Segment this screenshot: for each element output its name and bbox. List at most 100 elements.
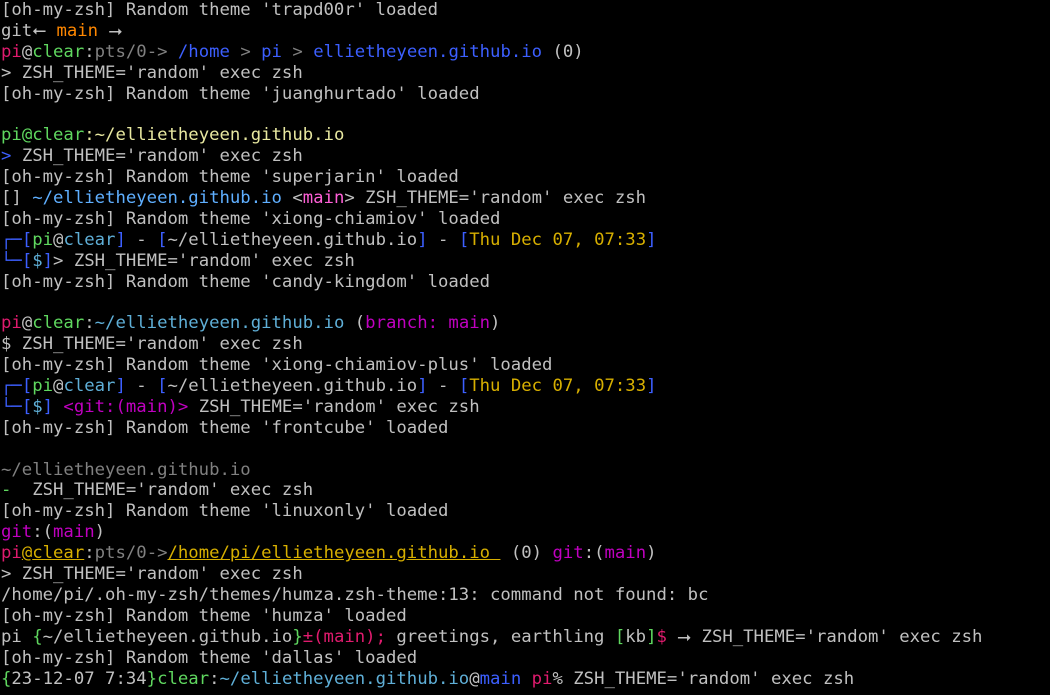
terminal-text-segment: > ZSH_THEME='random' exec zsh	[1, 564, 303, 585]
terminal-line: [] ~/ellietheyeen.github.io <main> ZSH_T…	[1, 188, 1050, 209]
terminal-text-segment: % ZSH_THEME='random' exec zsh	[552, 668, 855, 689]
terminal-text-segment: (0)	[500, 543, 553, 564]
terminal-text-segment: kb	[625, 626, 647, 647]
terminal-text-segment: > ZSH_THEME='random' exec zsh	[53, 250, 355, 271]
terminal-text-segment: @	[21, 125, 33, 146]
terminal-text-segment: ┌─	[1, 376, 22, 397]
terminal-text-segment: []	[1, 188, 33, 209]
terminal-text-segment: $ ZSH_THEME='random' exec zsh	[1, 334, 303, 355]
terminal-text-segment: main	[302, 188, 345, 209]
terminal-text-segment: [oh-my-zsh] Random theme 'trapd00r' load…	[1, 0, 438, 20]
terminal-text-segment: @	[53, 376, 64, 397]
terminal-text-segment: ]	[42, 250, 54, 271]
terminal-line: pi@clear:~/ellietheyeen.github.io	[1, 125, 1050, 146]
terminal-text-segment: ]	[646, 229, 657, 250]
terminal-line: └─[$]> ZSH_THEME='random' exec zsh	[1, 251, 1050, 272]
terminal-text-segment: >	[1, 146, 22, 167]
terminal-text-segment: clear	[32, 543, 85, 564]
terminal-text-segment: pi	[1, 41, 22, 62]
terminal-text-segment: )	[646, 543, 657, 564]
terminal-text-segment: pi	[1, 125, 22, 146]
terminal-text-segment: clear	[63, 229, 116, 250]
terminal-text-segment: [	[614, 626, 626, 647]
terminal-text-segment: [	[157, 229, 168, 250]
terminal-text-segment: pts/0	[94, 41, 147, 62]
terminal-text-segment: main	[604, 543, 647, 564]
terminal-text-segment: ⭢	[98, 20, 123, 41]
terminal-text-segment: 23-12-07 7:34	[11, 668, 147, 689]
terminal-text-segment: ~/ellietheyeen.github.io	[94, 313, 345, 334]
terminal-text-segment: /home/pi/.oh-my-zsh/themes/humza.zsh-the…	[1, 584, 709, 605]
terminal-text-segment: [	[21, 396, 33, 417]
terminal-text-segment: ]	[417, 229, 428, 250]
terminal-text-segment: [	[21, 229, 33, 250]
terminal-text-segment: Thu Dec 07, 07:33	[469, 376, 647, 397]
terminal-text-segment: [	[458, 229, 470, 250]
terminal-text-segment: pi	[521, 668, 553, 689]
terminal-text-segment: (0)	[542, 41, 584, 62]
terminal-text-segment: -	[427, 229, 459, 250]
terminal-line: [oh-my-zsh] Random theme 'linuxonly' loa…	[1, 501, 1050, 522]
terminal-text-segment: /home/pi/ellietheyeen.github.io	[167, 543, 501, 564]
terminal-text-segment: git	[552, 543, 584, 564]
terminal-text-segment: ~/ellietheyeen.github.io	[32, 188, 282, 209]
terminal-line: [oh-my-zsh] Random theme 'trapd00r' load…	[1, 0, 1050, 21]
terminal-text-segment: @	[21, 313, 33, 334]
terminal-text-segment: pi	[1, 626, 22, 647]
terminal-text-segment: ~/ellietheyeen.github.io	[42, 626, 293, 647]
terminal-text-segment: ~/ellietheyeen.github.io	[219, 668, 470, 689]
terminal-text-segment: pi	[261, 41, 282, 62]
terminal-text-segment: ~/ellietheyeen.github.io	[167, 376, 418, 397]
terminal-line: > ZSH_THEME='random' exec zsh	[1, 146, 1050, 167]
terminal-output[interactable]: [oh-my-zsh] Random theme 'trapd00r' load…	[0, 0, 1050, 695]
terminal-text-segment: clear	[157, 668, 210, 689]
terminal-text-segment: ->	[146, 41, 178, 62]
terminal-text-segment: (	[344, 313, 366, 334]
terminal-text-segment: clear	[32, 125, 85, 146]
terminal-text-segment: [oh-my-zsh] Random theme 'superjarin' lo…	[1, 167, 459, 188]
terminal-text-segment: [oh-my-zsh] Random theme 'xiong-chiamiov…	[1, 355, 553, 376]
terminal-line: {23-12-07 7:34}clear:~/ellietheyeen.gith…	[1, 669, 1050, 690]
terminal-text-segment: ]	[646, 376, 657, 397]
terminal-text-segment: >	[229, 41, 262, 62]
terminal-text-segment: └─	[1, 250, 22, 271]
terminal-text-segment: ->	[146, 543, 168, 564]
terminal-text-segment: ellietheyeen.github.io	[313, 41, 543, 62]
terminal-text-segment: ]	[115, 229, 126, 250]
terminal-text-segment: )	[94, 522, 106, 543]
terminal-line: git⭠ main ⭢	[1, 21, 1050, 42]
terminal-text-segment: @	[53, 229, 64, 250]
terminal-line: git:(main)	[1, 522, 1050, 543]
terminal-text-segment: :	[84, 543, 95, 564]
terminal-text-segment: [	[458, 376, 470, 397]
terminal-line: [oh-my-zsh] Random theme 'candy-kingdom'…	[1, 272, 1050, 293]
terminal-line: [oh-my-zsh] Random theme 'superjarin' lo…	[1, 167, 1050, 188]
terminal-line: pi {~/ellietheyeen.github.io}±(main); gr…	[1, 627, 1050, 648]
terminal-text-segment: └─	[1, 396, 22, 417]
terminal-text-segment: @	[21, 41, 33, 62]
terminal-text-segment: git	[1, 20, 33, 41]
terminal-text-segment: [oh-my-zsh] Random theme 'dallas' loaded	[1, 647, 418, 668]
terminal-line: pi@clear:~/ellietheyeen.github.io (branc…	[1, 313, 1050, 334]
terminal-text-segment: ⭢ ZSH_THEME='random' exec zsh	[666, 626, 983, 647]
terminal-line: - ZSH_THEME='random' exec zsh	[1, 480, 1050, 501]
terminal-text-segment: :	[84, 313, 95, 334]
terminal-text-segment: /home	[177, 41, 230, 62]
terminal-text-segment: main	[53, 522, 95, 543]
terminal-text-segment: [oh-my-zsh] Random theme 'humza' loaded	[1, 605, 407, 626]
terminal-text-segment: > ZSH_THEME='random' exec zsh	[1, 62, 303, 83]
terminal-line: /home/pi/.oh-my-zsh/themes/humza.zsh-the…	[1, 585, 1050, 606]
terminal-text-segment: $	[32, 396, 43, 417]
terminal-text-segment: Thu Dec 07, 07:33	[469, 229, 647, 250]
terminal-text-segment: > ZSH_THEME='random' exec zsh	[344, 188, 647, 209]
terminal-line: pi@clear:pts/0-> /home > pi > ellietheye…	[1, 42, 1050, 63]
terminal-text-segment: main	[438, 313, 491, 334]
terminal-text-segment: [oh-my-zsh] Random theme 'candy-kingdom'…	[1, 271, 490, 292]
terminal-text-segment: <	[281, 188, 303, 209]
terminal-text-segment: >	[281, 41, 314, 62]
terminal-text-segment: [oh-my-zsh] Random theme 'juanghurtado' …	[1, 83, 480, 104]
terminal-text-segment: )	[490, 313, 501, 334]
terminal-line: ┌─[pi@clear] - [~/ellietheyeen.github.io…	[1, 376, 1050, 397]
terminal-line: [oh-my-zsh] Random theme 'frontcube' loa…	[1, 418, 1050, 439]
terminal-text-segment: ]	[417, 376, 428, 397]
